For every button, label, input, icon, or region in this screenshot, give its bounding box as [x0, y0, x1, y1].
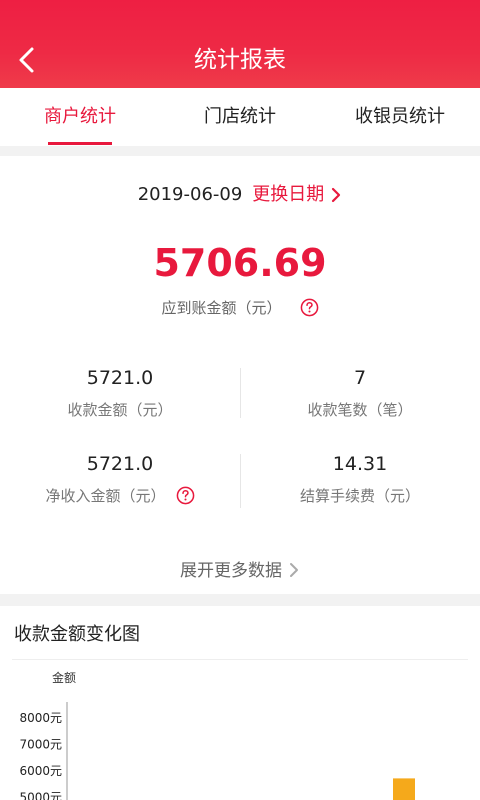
y-tick-label: 7000元 — [19, 738, 62, 752]
stat-received-amount: 5721.0 收款金额（元） — [0, 364, 240, 422]
stat-divider — [240, 454, 241, 508]
help-question-icon[interactable] — [300, 298, 319, 317]
stat-divider — [240, 368, 241, 418]
chart-title: 收款金额变化图 — [14, 624, 140, 645]
chart-card: 收款金额变化图 金额 8000元 7000元 6000元 5000元 — [0, 606, 480, 800]
change-date-label: 更换日期 — [252, 184, 325, 205]
tab-merchant-stats[interactable]: 商户统计 — [0, 88, 160, 146]
stat-label: 结算手续费（元） — [299, 487, 420, 505]
settlement-amount-label: 应到账金额（元） — [0, 296, 480, 320]
y-tick-label: 5000元 — [19, 791, 62, 800]
active-tab-indicator — [48, 142, 112, 145]
bars — [393, 778, 415, 800]
tab-cashier-stats[interactable]: 收银员统计 — [320, 88, 480, 146]
y-axis-label: 金额 — [52, 670, 76, 685]
settlement-amount-caption: 应到账金额（元） — [161, 299, 282, 317]
change-date-button[interactable]: 更换日期 — [252, 184, 342, 205]
stat-label: 净收入金额（元） — [45, 487, 166, 505]
tab-bar: 商户统计 门店统计 收银员统计 — [0, 88, 480, 146]
chevron-right-icon — [290, 563, 298, 577]
tab-store-stats[interactable]: 门店统计 — [160, 88, 320, 146]
stat-value: 5721.0 — [86, 367, 154, 389]
stat-label-with-help: 净收入金额（元） — [0, 484, 240, 508]
page-title: 统计报表 — [194, 47, 286, 73]
stat-transaction-count: 7 收款笔数（笔） — [240, 364, 480, 422]
stat-net-income: 5721.0 净收入金额（元） — [0, 450, 240, 508]
stat-label: 收款金额（元） — [67, 401, 173, 419]
amount-bar-chart: 金额 8000元 7000元 6000元 5000元 — [19, 670, 415, 800]
expand-more-data-label: 展开更多数据 — [180, 561, 282, 581]
stat-value: 5721.0 — [86, 453, 154, 475]
bar — [393, 778, 415, 800]
y-tick-label: 6000元 — [19, 764, 62, 778]
app-header: 统计报表 — [0, 0, 480, 88]
help-question-icon[interactable] — [176, 486, 195, 505]
stat-label: 收款笔数（笔） — [307, 401, 413, 419]
expand-more-data-button[interactable]: 展开更多数据 — [0, 558, 480, 584]
y-tick-label: 8000元 — [19, 711, 62, 725]
stat-settlement-fee: 14.31 结算手续费（元） — [240, 450, 480, 508]
chevron-right-icon — [332, 187, 341, 203]
y-axis-ticks: 8000元 7000元 6000元 5000元 — [19, 711, 62, 800]
current-date: 2019-06-09 — [137, 184, 243, 205]
date-row: 2019-06-09 更换日期 — [0, 182, 480, 208]
stat-value: 7 — [353, 367, 367, 389]
settlement-amount: 5706.69 — [153, 241, 327, 285]
stat-value: 14.31 — [332, 453, 388, 475]
summary-card: 2019-06-09 更换日期 5706.69 应到账金额（元） 5721.0 收… — [0, 156, 480, 594]
